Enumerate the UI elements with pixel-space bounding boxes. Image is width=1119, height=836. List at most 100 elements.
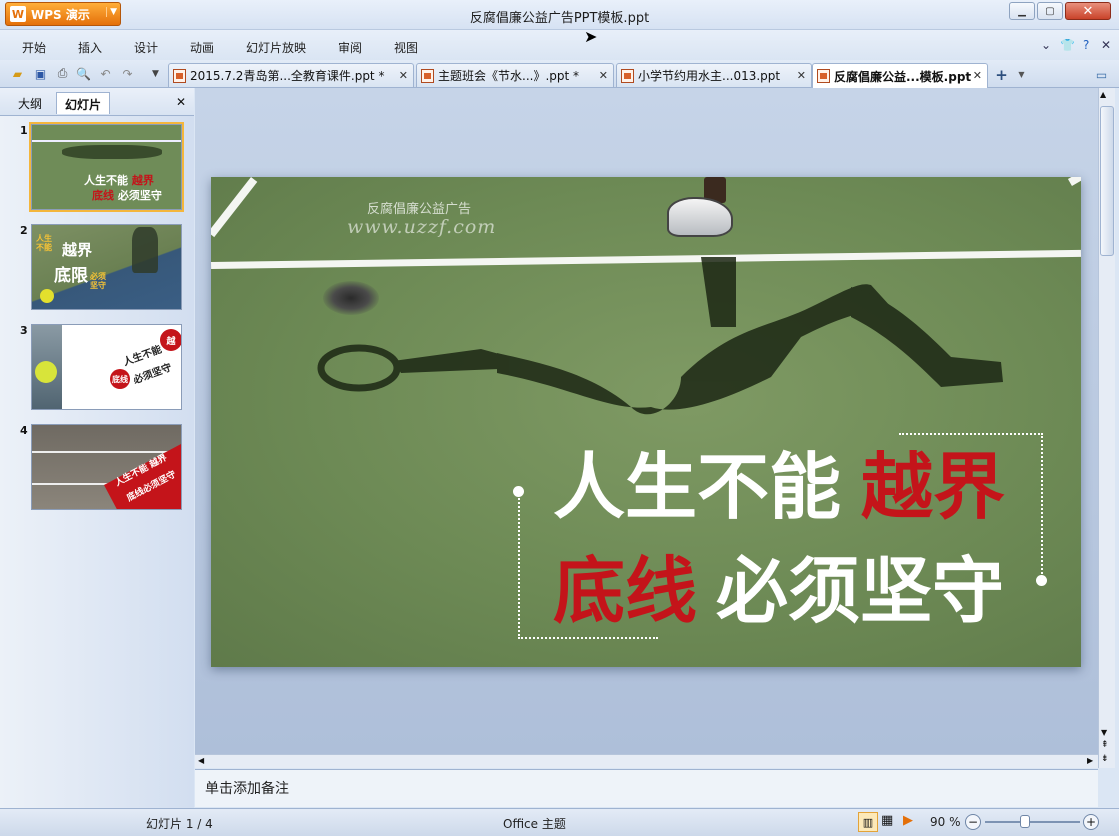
- current-slide[interactable]: 反腐倡廉公益广告 www.uzzf.com 人生不能 越界 底线 必须坚守: [211, 177, 1081, 667]
- slide-thumbnail-4[interactable]: 人生不能 越界 底线必须坚守: [31, 424, 182, 510]
- slideshow-icon[interactable]: ▶: [903, 813, 913, 828]
- print-preview-icon[interactable]: 🔍: [75, 65, 92, 82]
- help-icon[interactable]: ?: [1083, 38, 1089, 52]
- thumb-text: 人生不能 越界: [84, 174, 154, 187]
- zoom-out-icon[interactable]: −: [965, 814, 981, 830]
- minimize-button[interactable]: ▁: [1009, 2, 1035, 20]
- headline-line2-white[interactable]: 必须坚守: [716, 555, 1004, 627]
- doc-tab-4[interactable]: 反腐倡廉公益...模板.ppt ✕: [812, 63, 988, 88]
- mouse-cursor-icon: ➤: [584, 27, 598, 46]
- scroll-down-icon[interactable]: ▼: [1101, 728, 1107, 737]
- slide-number: 2: [20, 224, 28, 237]
- slide-thumbnail-3[interactable]: 越 人生不能 底线 必须坚守: [31, 324, 182, 410]
- close-pane-icon[interactable]: ✕: [176, 95, 186, 109]
- normal-view-icon[interactable]: ▥: [858, 812, 878, 832]
- slide-thumbnail-2[interactable]: 人生 不能 越界 底限 必须 坚守: [31, 224, 182, 310]
- tennis-ball-icon: [40, 289, 54, 303]
- menu-slideshow[interactable]: 幻灯片放映: [246, 39, 306, 56]
- ppt-file-icon: [621, 68, 634, 83]
- slide-counter: 幻灯片 1 / 4: [146, 817, 213, 831]
- headline-line1-red[interactable]: 越界: [861, 451, 1005, 523]
- slide-sorter-icon[interactable]: ▦: [881, 813, 893, 828]
- customize-toolbar-icon[interactable]: ▼: [147, 65, 164, 82]
- redo-icon[interactable]: ↷: [119, 65, 136, 82]
- vertical-scrollbar[interactable]: ▲ ▼ ⇞ ⇟: [1098, 88, 1115, 768]
- doc-tab-label: 小学节约用水主...013.ppt: [638, 69, 781, 83]
- zoom-slider-track[interactable]: [985, 821, 1080, 823]
- close-tab-icon[interactable]: ✕: [973, 69, 982, 82]
- new-tab-plus-icon[interactable]: +: [993, 66, 1010, 84]
- window-layout-icon[interactable]: ▭: [1093, 66, 1110, 83]
- collapse-ribbon-icon[interactable]: ⌄: [1041, 38, 1051, 52]
- menu-bar: 开始 插入 设计 动画 幻灯片放映 审阅 视图 ⌄ 👕 ? ✕: [0, 30, 1119, 60]
- scroll-right-icon[interactable]: ▶: [1087, 756, 1093, 765]
- pane-tabs: 大纲 幻灯片 ✕: [0, 88, 194, 116]
- doc-tab-3[interactable]: 小学节约用水主...013.ppt ✕: [616, 63, 812, 87]
- slides-pane: 大纲 幻灯片 ✕ 1 人生不能 越界 底线 必须坚守 2 人生 不能 越界 底限 …: [0, 88, 194, 808]
- slide-thumbnail-1[interactable]: 人生不能 越界 底线 必须坚守: [29, 122, 184, 212]
- scroll-up-icon[interactable]: ▲: [1100, 90, 1106, 99]
- player-figure: [132, 227, 158, 273]
- window-title: 反腐倡廉公益广告PPT模板.ppt: [469, 11, 650, 26]
- notes-placeholder[interactable]: 单击添加备注: [205, 778, 289, 798]
- close-window-button[interactable]: ✕: [1065, 2, 1111, 20]
- theme-name: Office 主题: [503, 817, 566, 831]
- menu-animation[interactable]: 动画: [190, 39, 214, 56]
- ppt-file-icon: [817, 69, 830, 83]
- doc-tab-label: 2015.7.2青岛第...全教育课件.ppt *: [190, 69, 385, 83]
- thumb-text: 越界: [62, 241, 93, 259]
- zoom-in-icon[interactable]: +: [1083, 814, 1099, 830]
- doc-tab-label: 主题班会《节水...》.ppt *: [438, 69, 580, 83]
- close-tab-icon[interactable]: ✕: [599, 69, 608, 82]
- close-ribbon-icon[interactable]: ✕: [1101, 38, 1111, 52]
- prev-slide-icon[interactable]: ⇞: [1101, 740, 1109, 750]
- horizontal-scrollbar[interactable]: ◀ ▶: [195, 754, 1098, 768]
- doc-tab-label: 反腐倡廉公益...模板.ppt: [834, 69, 972, 84]
- tab-slides[interactable]: 幻灯片: [56, 92, 111, 114]
- headline-line2-red[interactable]: 底线: [553, 555, 697, 627]
- scroll-left-icon[interactable]: ◀: [198, 756, 204, 765]
- save-icon[interactable]: ▣: [32, 65, 49, 82]
- ppt-file-icon: [173, 68, 186, 83]
- document-tab-bar: ▰ ▣ ⎙ 🔍 ↶ ↷ ▼ 2015.7.2青岛第...全教育课件.ppt * …: [0, 60, 1119, 88]
- tennis-ball-icon: [35, 361, 57, 383]
- close-tab-icon[interactable]: ✕: [399, 69, 408, 82]
- open-folder-icon[interactable]: ▰: [9, 65, 26, 82]
- frame-dot: [1036, 575, 1047, 586]
- shadow-shape: [62, 145, 162, 159]
- thumb-text: 底限: [54, 266, 88, 286]
- status-bar: 幻灯片 1 / 4 Office 主题 ▥ ▦ ▶ 90 % − +: [0, 808, 1119, 836]
- watermark-url: www.uzzf.com: [347, 216, 497, 238]
- next-slide-icon[interactable]: ⇟: [1101, 754, 1109, 764]
- zoom-level: 90 %: [930, 815, 961, 829]
- menu-design[interactable]: 设计: [134, 39, 158, 56]
- doc-tab-2[interactable]: 主题班会《节水...》.ppt * ✕: [416, 63, 614, 87]
- scroll-thumb[interactable]: [1100, 106, 1114, 256]
- slide-number: 3: [20, 324, 28, 337]
- thumb-badge: 越: [160, 329, 181, 351]
- menu-home[interactable]: 开始: [22, 39, 46, 56]
- thumbnail-list: 1 人生不能 越界 底线 必须坚守 2 人生 不能 越界 底限 必须 坚守 3 越 …: [0, 116, 194, 808]
- doc-tab-1[interactable]: 2015.7.2青岛第...全教育课件.ppt * ✕: [168, 63, 414, 87]
- thumb-text: 人生不能: [36, 234, 52, 252]
- frame-dot: [513, 486, 524, 497]
- notes-pane[interactable]: 单击添加备注: [195, 769, 1098, 807]
- title-bar: W WPS 演示 ▼ 反腐倡廉公益广告PPT模板.ppt ▁ ▢ ✕: [0, 0, 1119, 30]
- slide-number: 1: [20, 124, 28, 137]
- print-icon[interactable]: ⎙: [54, 65, 71, 82]
- menu-view[interactable]: 视图: [394, 39, 418, 56]
- watermark-title: 反腐倡廉公益广告: [367, 202, 472, 217]
- maximize-button[interactable]: ▢: [1037, 2, 1063, 20]
- thumb-text: 必须坚守: [90, 272, 106, 290]
- skin-icon[interactable]: 👕: [1060, 38, 1075, 52]
- undo-icon[interactable]: ↶: [97, 65, 114, 82]
- headline-line1-white[interactable]: 人生不能: [553, 451, 841, 523]
- tab-list-chevron-icon[interactable]: ▼: [1013, 66, 1030, 83]
- menu-review[interactable]: 审阅: [338, 39, 362, 56]
- close-tab-icon[interactable]: ✕: [797, 69, 806, 82]
- zoom-slider-thumb[interactable]: [1020, 815, 1030, 828]
- tab-outline[interactable]: 大纲: [10, 92, 50, 114]
- menu-insert[interactable]: 插入: [78, 39, 102, 56]
- player-shoe: [667, 197, 733, 237]
- slide-number: 4: [20, 424, 28, 437]
